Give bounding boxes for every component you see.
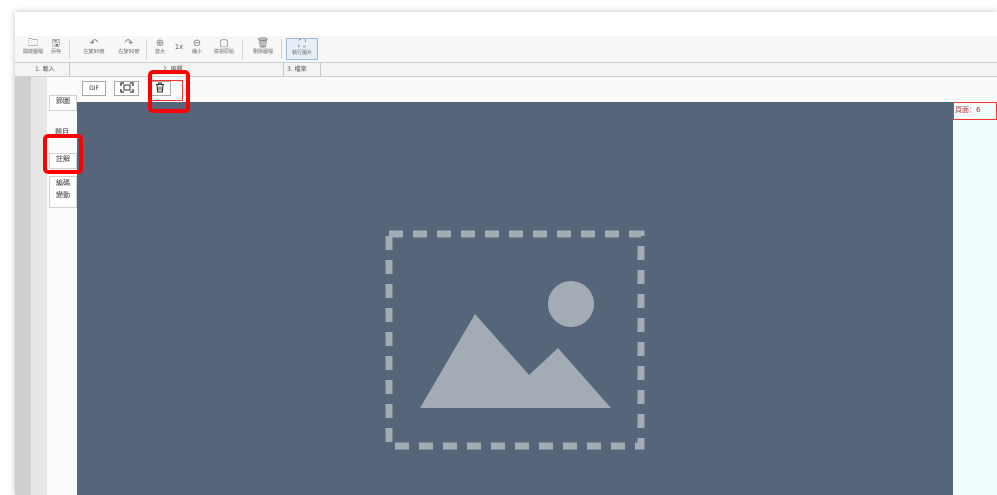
app-window: 🗀 開啟圖檔 🖫 另存 ↶ 左旋90度 ↷ 右旋90度 ⊕ 放大 1x ⊖ 縮小 bbox=[15, 12, 997, 495]
gif-label: GIF bbox=[89, 85, 99, 92]
zoom-in-label: 放大 bbox=[154, 49, 165, 55]
rotate-right-button[interactable]: ↷ 右旋90度 bbox=[116, 38, 142, 60]
toolbar-divider bbox=[281, 39, 282, 59]
title-bar bbox=[15, 12, 997, 36]
actual-size-label: 1x bbox=[174, 43, 184, 51]
save-as-button[interactable]: 🖫 另存 bbox=[47, 38, 65, 60]
toolbar-divider bbox=[69, 39, 70, 59]
section-divider bbox=[320, 63, 321, 76]
left-gutter bbox=[15, 77, 31, 495]
zoom-out-icon: ⊖ bbox=[192, 38, 202, 49]
image-canvas[interactable] bbox=[77, 102, 953, 495]
right-info-panel: 頁面：6 bbox=[953, 102, 997, 495]
zoom-out-label: 縮小 bbox=[191, 49, 202, 55]
original-view-icon: ▢ bbox=[219, 38, 229, 49]
section-divider bbox=[283, 63, 284, 76]
run-image-icon: ⛶ bbox=[298, 39, 306, 50]
toolbar-divider bbox=[242, 39, 243, 59]
zoom-out-button[interactable]: ⊖ 縮小 bbox=[189, 38, 205, 60]
qr-scan-icon bbox=[119, 82, 134, 93]
side-tab-jietu[interactable]: 節圖 bbox=[49, 95, 77, 111]
main-toolbar: 🗀 開啟圖檔 🖫 另存 ↶ 左旋90度 ↷ 右旋90度 ⊕ 放大 1x ⊖ 縮小 bbox=[15, 36, 997, 63]
open-image-button[interactable]: 🗀 開啟圖檔 bbox=[21, 38, 45, 60]
section-divider bbox=[69, 63, 70, 76]
side-tab-biandong-label: 變動 bbox=[56, 191, 70, 199]
save-as-label: 另存 bbox=[50, 49, 61, 55]
toolbar-divider bbox=[146, 39, 147, 59]
trash-icon: 🗑 bbox=[256, 38, 270, 49]
run-image-button[interactable]: ⛶ 執行圖片 bbox=[286, 38, 318, 60]
rotate-right-label: 右旋90度 bbox=[118, 49, 140, 55]
original-view-label: 檢視原始 bbox=[213, 49, 234, 55]
side-tab-bianma[interactable]: 編碼 變動 bbox=[49, 176, 77, 208]
page-indicator-highlight bbox=[953, 102, 997, 120]
qr-scan-button[interactable] bbox=[114, 81, 139, 96]
rotate-right-icon: ↷ bbox=[124, 38, 134, 49]
open-image-label: 開啟圖檔 bbox=[22, 49, 43, 55]
original-view-button[interactable]: ▢ 檢視原始 bbox=[211, 38, 237, 60]
editor-mini-toolbar: GIF bbox=[77, 77, 997, 101]
section-load: 1. 載入 bbox=[35, 66, 55, 73]
delete-image-button[interactable]: 🗑 刪除圖檔 bbox=[250, 38, 276, 60]
delete-image-label: 刪除圖檔 bbox=[252, 49, 273, 55]
zoom-in-icon: ⊕ bbox=[155, 38, 165, 49]
side-tab-bianma-label: 編碼 bbox=[56, 179, 70, 187]
rotate-left-icon: ↶ bbox=[89, 38, 99, 49]
save-icon: 🖫 bbox=[51, 38, 61, 49]
side-tab-jietu-label: 節圖 bbox=[56, 97, 70, 105]
run-image-label: 執行圖片 bbox=[291, 50, 312, 56]
annotation-tab-highlight bbox=[43, 134, 83, 174]
delete-button-highlight bbox=[148, 70, 190, 113]
actual-size-button[interactable]: 1x bbox=[173, 38, 185, 60]
zoom-in-button[interactable]: ⊕ 放大 bbox=[152, 38, 168, 60]
folder-icon: 🗀 bbox=[28, 38, 38, 49]
image-placeholder-icon bbox=[385, 230, 645, 450]
rotate-left-label: 左旋90度 bbox=[83, 49, 105, 55]
rotate-left-button[interactable]: ↶ 左旋90度 bbox=[81, 38, 107, 60]
gif-button[interactable]: GIF bbox=[82, 81, 106, 96]
section-file: 3. 檔案 bbox=[287, 66, 307, 73]
